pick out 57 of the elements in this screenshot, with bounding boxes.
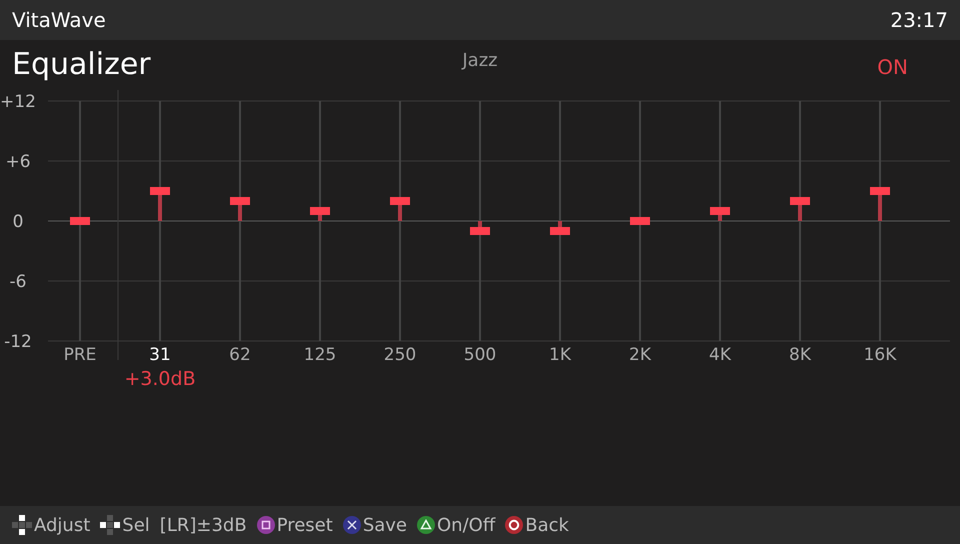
- dpad-icon: [100, 515, 120, 535]
- band-label[interactable]: 125: [304, 345, 336, 365]
- scale-label: -6: [10, 272, 26, 292]
- hint-label: Adjust: [34, 514, 90, 536]
- scale-label: 0: [12, 212, 24, 232]
- slider-track[interactable]: [470, 101, 490, 341]
- scale-label: +6: [5, 152, 31, 172]
- slider-handle[interactable]: [230, 197, 250, 221]
- dpad-icon: [12, 515, 32, 535]
- app-name: VitaWave: [12, 8, 106, 32]
- circle-button-icon: [505, 516, 524, 534]
- band-label[interactable]: 250: [384, 345, 416, 365]
- band-label[interactable]: 2K: [629, 345, 651, 365]
- band-label[interactable]: 4K: [709, 345, 731, 365]
- slider-track[interactable]: [230, 101, 250, 341]
- cross-button-icon: [342, 516, 361, 534]
- band-label[interactable]: 62: [229, 345, 251, 365]
- slider-track[interactable]: [150, 101, 170, 341]
- hint-label: On/Off: [437, 514, 496, 536]
- slider-handle[interactable]: [790, 197, 810, 221]
- hint-label: [LR]±3dB: [160, 514, 247, 536]
- slider-track[interactable]: [710, 101, 730, 341]
- clock: 23:17: [890, 8, 948, 32]
- gain-readout: +3.0dB: [124, 368, 196, 390]
- slider-track[interactable]: [70, 101, 90, 341]
- band-label[interactable]: 8K: [789, 345, 811, 365]
- screen-title: Equalizer: [12, 46, 151, 82]
- hint-label: Save: [362, 514, 408, 536]
- slider-handle[interactable]: [710, 207, 730, 221]
- slider-track[interactable]: [870, 101, 890, 341]
- slider-track[interactable]: [310, 101, 330, 341]
- hint-label: Back: [525, 514, 569, 536]
- band-label[interactable]: 31: [149, 345, 171, 365]
- scale-label: -12: [4, 332, 32, 352]
- square-button-icon: [256, 516, 275, 534]
- slider-handle[interactable]: [390, 197, 410, 221]
- power-status: ON: [877, 55, 908, 79]
- triangle-button-icon: [417, 516, 436, 534]
- slider-handle[interactable]: [470, 221, 490, 235]
- slider-handle[interactable]: [870, 187, 890, 221]
- preset-name: Jazz: [462, 50, 498, 71]
- hint-label: Sel: [122, 514, 150, 536]
- slider-handle[interactable]: [70, 217, 90, 225]
- slider-track[interactable]: [550, 101, 570, 341]
- slider-handle[interactable]: [310, 207, 330, 221]
- slider-handle[interactable]: [550, 221, 570, 235]
- scale-label: +12: [0, 92, 36, 112]
- slider-track[interactable]: [390, 101, 410, 341]
- slider-track[interactable]: [790, 101, 810, 341]
- band-label[interactable]: 1K: [549, 345, 571, 365]
- band-label[interactable]: 16K: [864, 345, 896, 365]
- slider-handle[interactable]: [630, 217, 650, 225]
- slider-track[interactable]: [630, 101, 650, 341]
- band-label[interactable]: 500: [464, 345, 496, 365]
- hint-label: Preset: [276, 514, 333, 536]
- band-label[interactable]: PRE: [64, 345, 96, 365]
- slider-handle[interactable]: [150, 187, 170, 221]
